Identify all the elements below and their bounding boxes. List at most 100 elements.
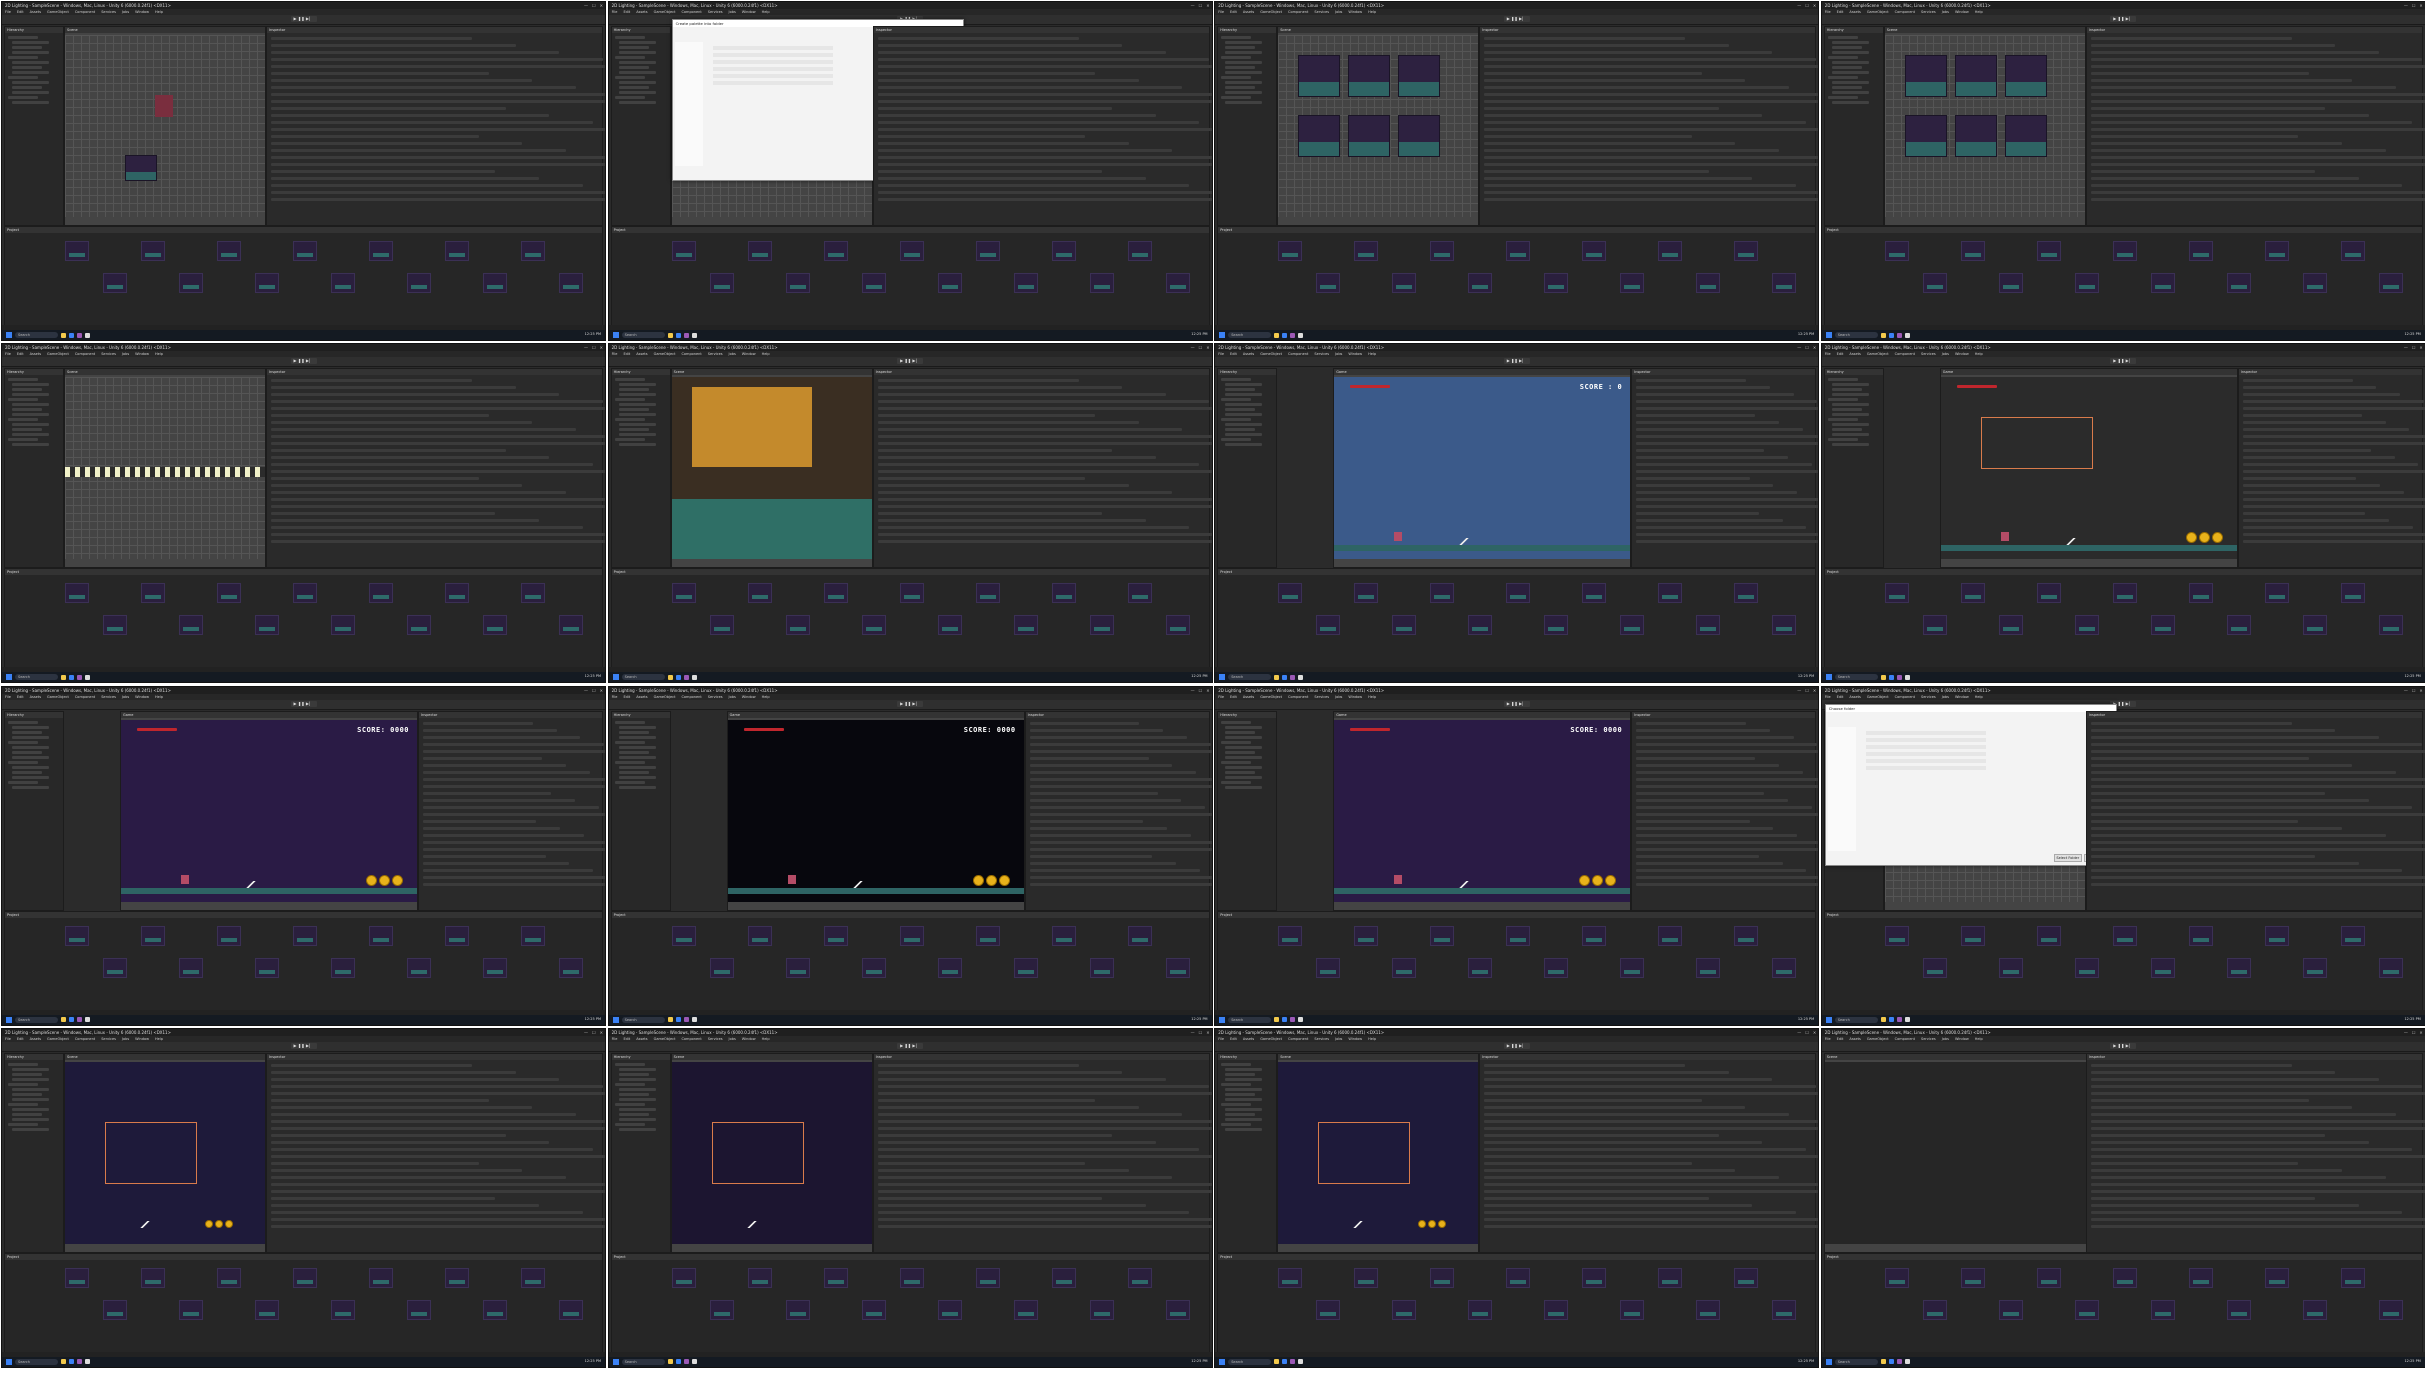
menu-item[interactable]: Jobs [1942,1037,1949,1041]
asset-thumbnail[interactable] [1998,615,2023,636]
menu-item[interactable]: Component [75,352,95,356]
inspector-field[interactable] [271,1112,576,1116]
project-tab[interactable]: Project [5,1253,602,1260]
asset-thumbnail[interactable] [1165,1299,1190,1320]
menu-item[interactable]: File [1218,10,1224,14]
scene-tab[interactable]: Scene [671,1053,872,1060]
inspector-field[interactable] [1636,400,1818,404]
asset-thumbnail[interactable] [1884,241,1909,261]
hierarchy-item[interactable] [8,760,38,764]
asset-thumbnail[interactable] [1582,583,1607,604]
inspector-field[interactable] [1484,1140,1763,1144]
inspector-field[interactable] [2090,1196,2316,1200]
inspector-field[interactable] [877,79,1139,82]
inspector-field[interactable] [1029,826,1167,830]
hierarchy-item[interactable] [1225,443,1263,447]
hierarchy-item[interactable] [8,398,38,402]
hierarchy-item[interactable] [618,785,656,789]
inspector-field[interactable] [2090,770,2396,774]
inspector-field[interactable] [1029,777,1212,781]
asset-thumbnail[interactable] [1316,273,1341,293]
inspector-field[interactable] [1484,1224,1819,1228]
project-tab[interactable]: Project [611,1253,1209,1260]
start-icon[interactable] [1825,1016,1832,1023]
asset-thumbnail[interactable] [899,583,924,604]
hierarchy-item[interactable] [618,423,656,427]
inspector-field[interactable] [1636,505,1819,509]
inspector-field[interactable] [877,128,1212,131]
hierarchy-item[interactable] [1831,383,1869,387]
hierarchy-item[interactable] [1225,1077,1263,1081]
hierarchy-item[interactable] [618,770,649,774]
hierarchy-item[interactable] [1225,765,1263,769]
hierarchy-item[interactable] [618,81,656,84]
inspector-field[interactable] [1484,1203,1753,1207]
menu-item[interactable]: Edit [1837,352,1844,356]
asset-thumbnail[interactable] [293,241,317,261]
hierarchy-item[interactable] [12,408,42,412]
menu-item[interactable]: GameObject [47,10,69,14]
start-icon[interactable] [6,1016,12,1023]
inspector-field[interactable] [1484,1196,1709,1200]
asset-thumbnail[interactable] [899,241,924,261]
inspector-field[interactable] [2242,533,2425,537]
asset-thumbnail[interactable] [2264,925,2289,946]
menu-item[interactable]: Help [155,10,163,14]
inspector-field[interactable] [877,379,1079,383]
hierarchy-item[interactable] [618,51,656,54]
inspector-field[interactable] [1484,1154,1819,1158]
unity-icon[interactable] [1298,1359,1304,1365]
asset-thumbnail[interactable] [1089,1299,1114,1320]
project-tab[interactable]: Project [611,569,1209,576]
inspector-field[interactable] [877,456,1156,460]
menu-item[interactable]: File [1218,1037,1224,1041]
inspector-field[interactable] [2090,121,2413,124]
inspector-field[interactable] [2242,379,2353,383]
inspector-field[interactable] [1636,379,1746,383]
asset-thumbnail[interactable] [2036,583,2061,604]
menu-item[interactable]: Help [1975,10,1983,14]
inspector-field[interactable] [423,721,533,725]
inspector-field[interactable] [2090,170,2316,173]
asset-thumbnail[interactable] [747,925,772,946]
menu-item[interactable]: Component [1288,352,1308,356]
inspector-field[interactable] [2242,393,2401,397]
hierarchy-item[interactable] [614,1102,645,1106]
minimize-icon[interactable]: — [1191,345,1195,350]
asset-thumbnail[interactable] [65,583,89,604]
asset-thumbnail[interactable] [559,615,583,636]
hierarchy-tab[interactable]: Hierarchy [1218,27,1277,33]
menu-item[interactable]: File [5,10,11,14]
inspector-field[interactable] [271,135,479,138]
asset-thumbnail[interactable] [671,583,696,604]
inspector-field[interactable] [877,1217,1212,1221]
hierarchy-item[interactable] [1225,388,1256,392]
hierarchy-item[interactable] [1831,91,1869,94]
browser-icon[interactable] [675,332,681,338]
inspector-field[interactable] [2090,1175,2386,1179]
inspector-field[interactable] [877,100,1212,103]
menu-item[interactable]: Component [75,10,95,14]
menu-item[interactable]: Assets [30,352,41,356]
inspector-field[interactable] [1636,826,1774,830]
inspector-field[interactable] [2242,470,2425,474]
menu-item[interactable]: Component [1895,10,1915,14]
visual-studio-icon[interactable] [1290,1017,1296,1023]
folder-icon[interactable] [667,1359,673,1365]
inspector-field[interactable] [877,1203,1146,1207]
inspector-field[interactable] [2242,456,2395,460]
inspector-field[interactable] [2242,505,2425,509]
visual-studio-icon[interactable] [1290,332,1296,338]
scene-tab[interactable]: Scene [65,369,265,376]
hierarchy-item[interactable] [12,86,42,89]
inspector-tab[interactable]: Inspector [873,27,1209,33]
hierarchy-item[interactable] [618,388,649,392]
asset-thumbnail[interactable] [255,615,279,636]
hierarchy-item[interactable] [1225,403,1263,407]
inspector-field[interactable] [2090,826,2343,830]
inspector-field[interactable] [271,1203,539,1207]
asset-thumbnail[interactable] [1998,1299,2023,1320]
scene-tab[interactable]: Game [1334,369,1631,376]
hierarchy-item[interactable] [1225,81,1263,84]
inspector-field[interactable] [271,1182,605,1186]
